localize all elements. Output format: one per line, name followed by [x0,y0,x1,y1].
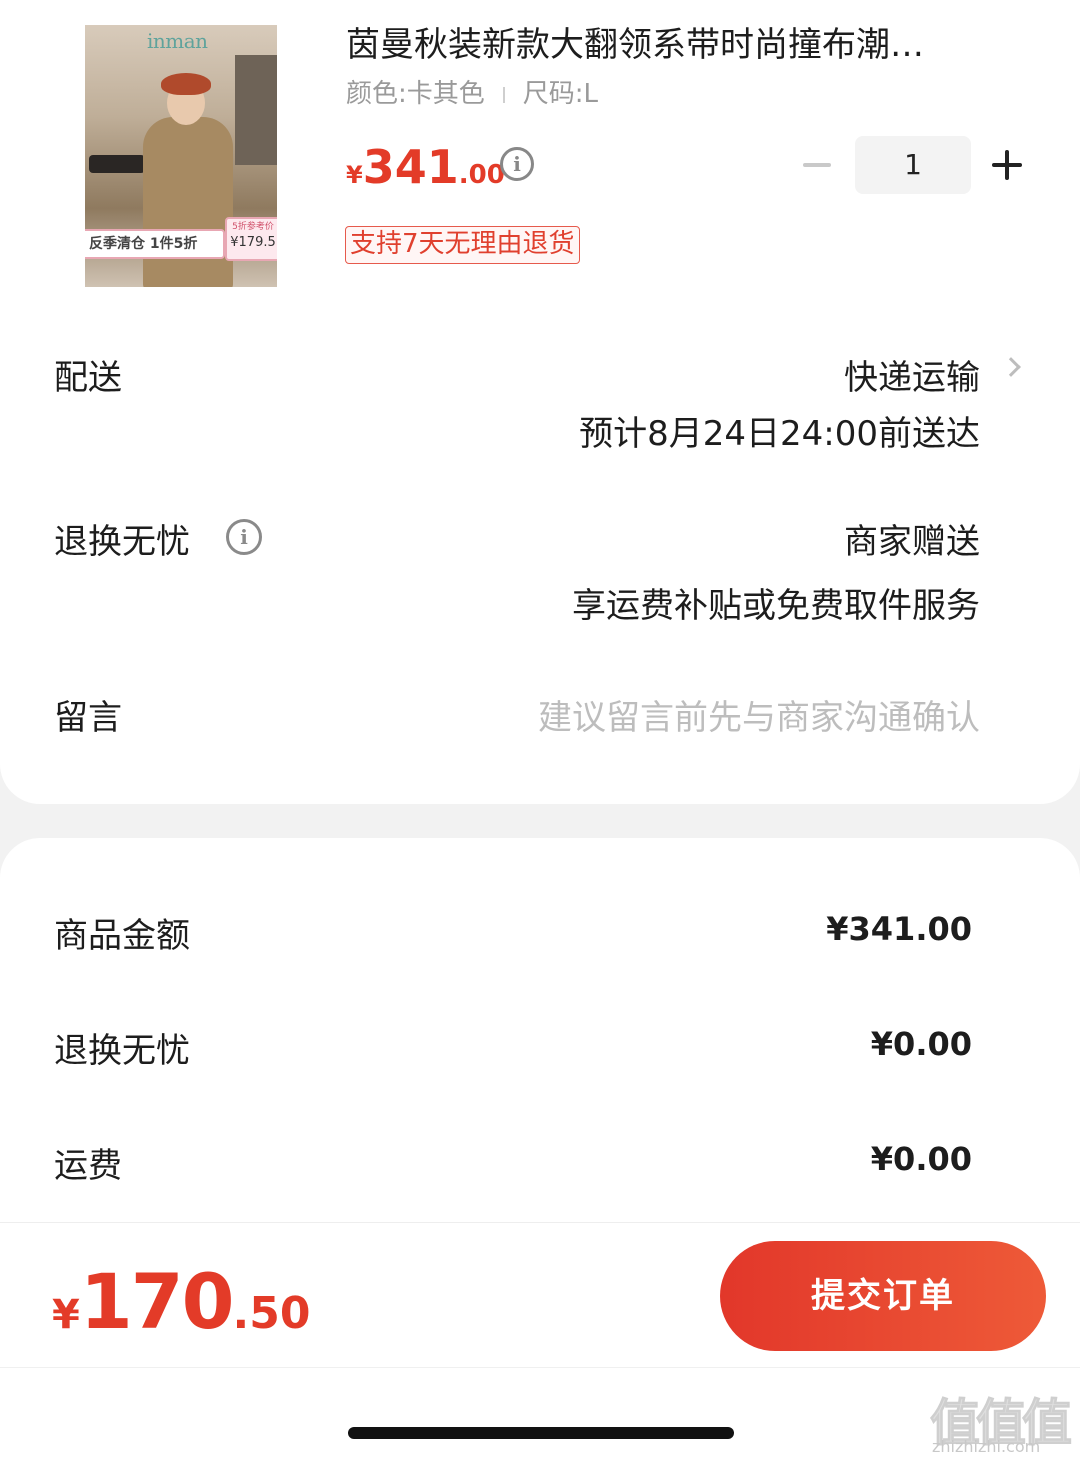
summary-goods-value: ¥341.00 [826,910,972,948]
price-decimal: .00 [458,160,505,190]
product-image[interactable]: inman 反季清仓 1件5折 5折参考价 ¥179.5 [85,25,277,287]
delivery-method[interactable]: 快递运输 [844,350,980,399]
delivery-label: 配送 [54,358,122,398]
worry-free-label: 退换无忧 [54,522,190,562]
price-info-icon[interactable]: i [500,147,534,181]
spec-size: 尺码:L [522,79,599,109]
image-table [89,155,145,173]
summary-goods-label: 商品金额 [54,916,190,956]
price-summary-card: 商品金额 ¥341.00 退换无忧 ¥0.00 运费 ¥0.00 [0,838,1080,1238]
message-input[interactable]: 建议留言前先与商家沟通确认 [538,690,980,739]
quantity-input[interactable]: 1 [855,136,971,194]
price-currency: ¥ [346,161,363,189]
image-beret [161,73,211,95]
message-label: 留言 [54,698,122,738]
worry-free-info-icon[interactable]: i [226,519,262,555]
home-indicator[interactable] [348,1427,734,1439]
worry-free-provider: 商家赠送 [844,522,980,562]
total-decimal: .50 [232,1288,311,1339]
image-wall [235,55,277,165]
submit-order-button[interactable]: 提交订单 [720,1241,1046,1351]
promo-right-price: ¥179.5 [230,235,276,250]
spec-color: 颜色:卡其色 [346,79,485,109]
product-title[interactable]: 茵曼秋装新款大翻领系带时尚撞布潮… [346,22,1006,68]
quantity-increase-button[interactable] [990,148,1024,182]
product-price: ¥341.00 [346,140,505,194]
promo-right-note: 5折参考价 [232,222,274,232]
return-policy-tag: 支持7天无理由退货 [345,226,580,264]
summary-shipping-value: ¥0.00 [870,1140,972,1178]
chevron-right-icon[interactable] [1001,357,1021,377]
summary-shipping-label: 运费 [54,1146,122,1186]
watermark-url: zhizhizhi.com [932,1437,1041,1456]
price-integer: 341 [362,140,459,194]
delivery-eta: 预计8月24日24:00前送达 [579,414,980,454]
worry-free-desc: 享运费补贴或免费取件服务 [572,586,980,626]
total-integer: 170 [79,1257,235,1346]
summary-worry-free-label: 退换无忧 [54,1031,190,1071]
quantity-decrease-button[interactable] [800,150,834,180]
watermark-logo: 值值值 zhizhizhi.com [930,1383,1078,1461]
summary-worry-free-value: ¥0.00 [870,1025,972,1063]
divider [0,1367,1080,1368]
promo-right-badge: 5折参考价 ¥179.5 [225,217,277,261]
product-spec[interactable]: 颜色:卡其色 尺码:L [346,76,598,112]
total-price: ¥170.50 [52,1257,310,1346]
promo-banner: 反季清仓 1件5折 5折参考价 ¥179.5 [85,217,277,263]
spec-separator [502,86,505,103]
promo-left-label: 反季清仓 1件5折 [85,229,225,259]
order-item-card: inman 反季清仓 1件5折 5折参考价 ¥179.5 茵曼秋装新款大翻领系带… [0,0,1080,804]
checkout-bar: ¥170.50 提交订单 [0,1222,1080,1464]
total-currency: ¥ [52,1292,80,1338]
brand-logo: inman [147,29,208,53]
